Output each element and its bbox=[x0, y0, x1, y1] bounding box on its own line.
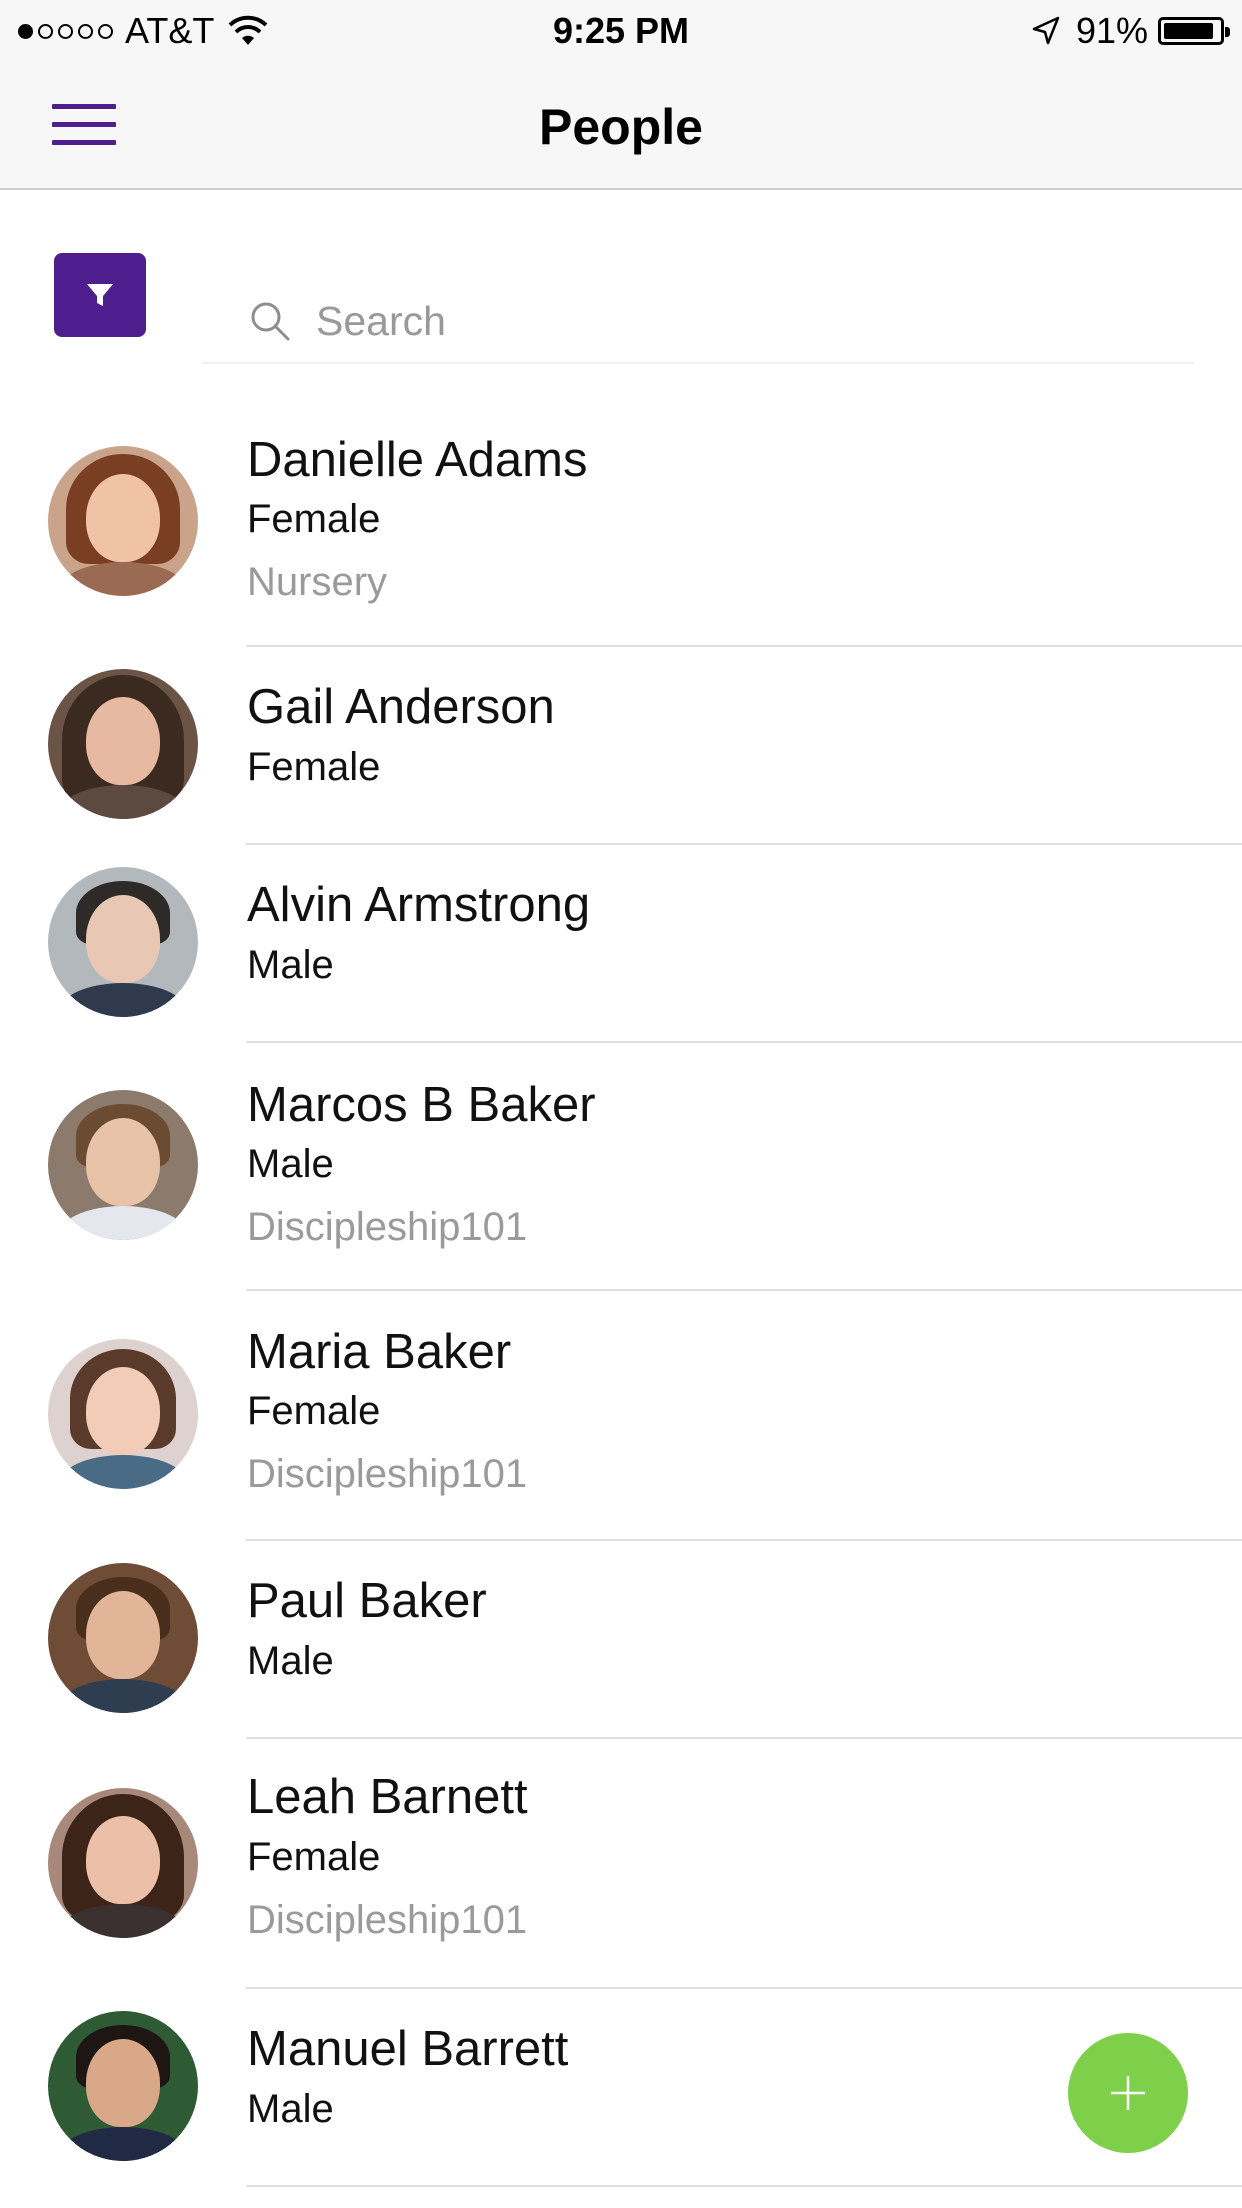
person-gender: Female bbox=[247, 1389, 381, 1433]
divider bbox=[246, 2185, 1242, 2187]
search-icon bbox=[251, 302, 290, 341]
person-name: Manuel Barrett bbox=[247, 2022, 569, 2076]
person-name: Gail Anderson bbox=[247, 680, 555, 734]
status-right: 91% bbox=[1030, 10, 1230, 52]
list-item[interactable]: Leah Barnett Female Discipleship101 bbox=[0, 1739, 1242, 1987]
avatar bbox=[48, 2011, 198, 2161]
person-gender: Male bbox=[247, 943, 334, 987]
person-gender: Male bbox=[247, 1142, 334, 1186]
person-group: Discipleship101 bbox=[247, 1205, 528, 1249]
filter-icon bbox=[87, 284, 113, 306]
person-gender: Female bbox=[247, 497, 381, 541]
list-item[interactable]: Maria Baker Female Discipleship101 bbox=[0, 1291, 1242, 1539]
person-group: Discipleship101 bbox=[247, 1898, 528, 1942]
person-name: Maria Baker bbox=[247, 1325, 512, 1379]
location-arrow-icon bbox=[1032, 16, 1060, 45]
plus-icon bbox=[1111, 2076, 1145, 2110]
battery-percentage: 91% bbox=[1075, 10, 1148, 51]
avatar bbox=[48, 1788, 198, 1938]
list-item[interactable]: Paul Baker Male bbox=[0, 1541, 1242, 1737]
person-group: Nursery bbox=[247, 560, 388, 604]
add-person-button[interactable] bbox=[1068, 2033, 1188, 2153]
person-name: Leah Barnett bbox=[247, 1770, 528, 1824]
filter-button[interactable] bbox=[54, 253, 146, 337]
avatar bbox=[48, 446, 198, 596]
person-name: Marcos B Baker bbox=[247, 1078, 596, 1132]
avatar bbox=[48, 1339, 198, 1489]
avatar bbox=[48, 867, 198, 1017]
list-item[interactable]: Danielle Adams Female Nursery bbox=[0, 425, 1242, 645]
status-bar: AT&T 9:25 PM 91% bbox=[0, 0, 1242, 62]
avatar bbox=[48, 1563, 198, 1713]
person-gender: Male bbox=[247, 1639, 334, 1683]
navigation-bar: People bbox=[0, 62, 1242, 190]
list-item[interactable]: Marcos B Baker Male Discipleship101 bbox=[0, 1043, 1242, 1289]
battery-icon bbox=[1158, 17, 1230, 45]
search-bar[interactable] bbox=[202, 280, 1194, 364]
person-name: Alvin Armstrong bbox=[247, 878, 591, 932]
person-gender: Female bbox=[247, 1835, 381, 1879]
person-name: Danielle Adams bbox=[247, 433, 588, 487]
person-gender: Female bbox=[247, 745, 381, 789]
avatar bbox=[48, 669, 198, 819]
avatar bbox=[48, 1090, 198, 1240]
person-name: Paul Baker bbox=[247, 1574, 487, 1628]
page-title: People bbox=[539, 99, 703, 155]
person-gender: Male bbox=[247, 2087, 334, 2131]
list-item[interactable]: Manuel Barrett Male bbox=[0, 1989, 1242, 2185]
person-group: Discipleship101 bbox=[247, 1452, 528, 1496]
search-input[interactable] bbox=[314, 296, 1018, 346]
list-item[interactable]: Gail Anderson Female bbox=[0, 647, 1242, 843]
list-item[interactable]: Alvin Armstrong Male bbox=[0, 845, 1242, 1041]
